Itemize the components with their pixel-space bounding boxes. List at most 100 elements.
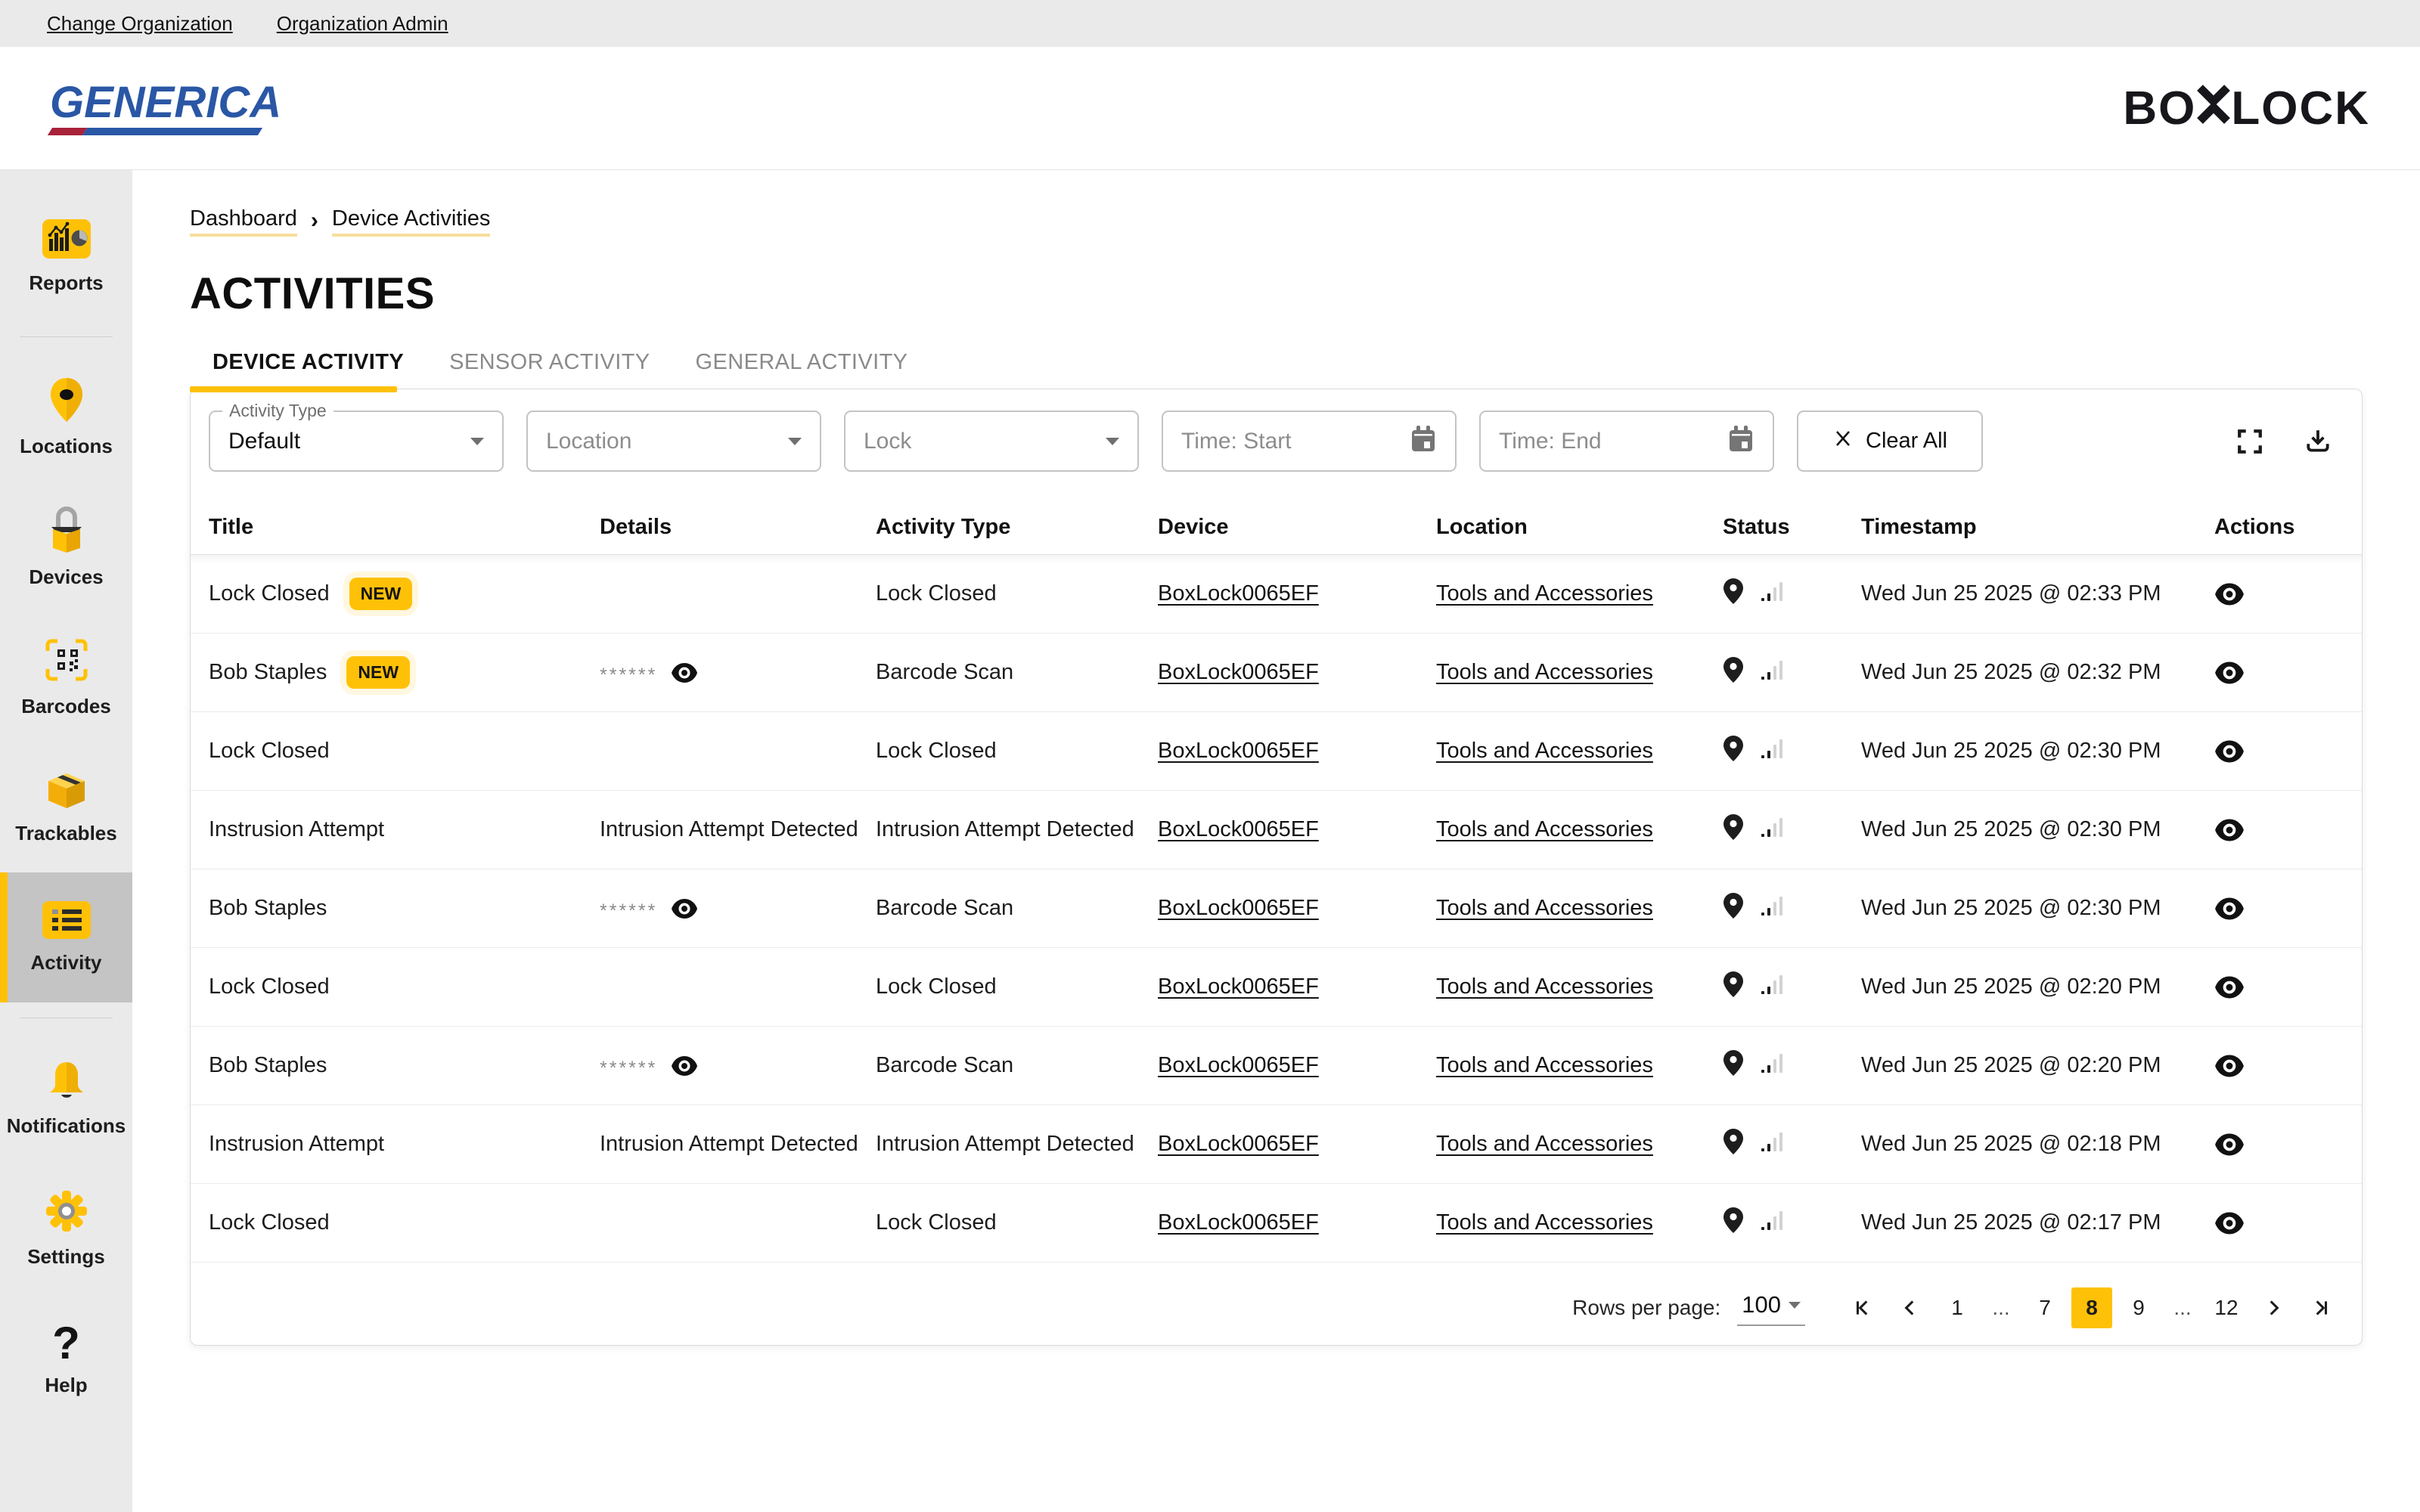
status-cell — [1723, 892, 1861, 925]
download-button[interactable] — [2304, 428, 2332, 455]
tab-device-activity[interactable]: DEVICE ACTIVITY — [190, 336, 427, 389]
activity-icon — [42, 900, 92, 943]
sidebar-item-locations[interactable]: Locations — [0, 352, 132, 482]
lock-select[interactable]: Lock — [844, 411, 1139, 472]
location-link[interactable]: Tools and Accessories — [1436, 817, 1653, 842]
location-link[interactable]: Tools and Accessories — [1436, 974, 1653, 999]
view-activity-eye-icon[interactable] — [2214, 975, 2245, 999]
signal-strength-icon — [1761, 1209, 1785, 1238]
location-select[interactable]: Location — [526, 411, 821, 472]
device-link[interactable]: BoxLock0065EF — [1158, 896, 1319, 921]
location-link[interactable]: Tools and Accessories — [1436, 1210, 1653, 1235]
view-activity-eye-icon[interactable] — [2214, 897, 2245, 921]
view-activity-eye-icon[interactable] — [2214, 1132, 2245, 1157]
rows-per-page-select[interactable]: 100 — [1737, 1290, 1805, 1326]
sidebar-item-trackables[interactable]: Trackables — [0, 742, 132, 872]
first-page-button[interactable] — [1843, 1287, 1884, 1328]
page-button-8-current[interactable]: 8 — [2071, 1287, 2112, 1328]
activity-type-cell: Lock Closed — [876, 974, 1158, 999]
table-tools — [2236, 428, 2341, 455]
device-link[interactable]: BoxLock0065EF — [1158, 1210, 1319, 1235]
tab-sensor-activity[interactable]: SENSOR ACTIVITY — [427, 336, 672, 389]
signal-strength-icon — [1761, 658, 1785, 687]
row-title: Lock Closed — [209, 581, 330, 606]
time-start-input[interactable]: Time: Start — [1162, 411, 1457, 472]
view-activity-eye-icon[interactable] — [2214, 1054, 2245, 1078]
chevron-down-icon — [1789, 1302, 1801, 1309]
column-header-location: Location — [1436, 515, 1723, 540]
view-activity-eye-icon[interactable] — [2214, 1211, 2245, 1235]
sidebar-item-activity[interactable]: Activity — [0, 872, 132, 1002]
sidebar-item-label: Reports — [29, 271, 103, 295]
fullscreen-button[interactable] — [2236, 428, 2263, 455]
actions-cell — [2214, 1054, 2362, 1078]
page-button-9[interactable]: 9 — [2118, 1287, 2159, 1328]
view-activity-eye-icon[interactable] — [2214, 739, 2245, 764]
reveal-details-eye-icon[interactable] — [671, 1055, 698, 1077]
generica-logo-text: GENERICA — [50, 81, 281, 125]
table-row: Lock Closed Lock Closed BoxLock0065EF To… — [191, 1184, 2362, 1263]
clear-all-button[interactable]: Clear All — [1797, 411, 1983, 472]
organization-admin-link[interactable]: Organization Admin — [277, 12, 448, 36]
timestamp-cell: Wed Jun 25 2025 @ 02:30 PM — [1861, 739, 2214, 764]
location-link[interactable]: Tools and Accessories — [1436, 581, 1653, 606]
sidebar-nav: Reports Locations Devices Barcodes — [0, 170, 132, 1512]
location-link[interactable]: Tools and Accessories — [1436, 1053, 1653, 1078]
reveal-details-eye-icon[interactable] — [671, 897, 698, 920]
breadcrumb-dashboard-link[interactable]: Dashboard — [190, 206, 297, 237]
column-header-details: Details — [600, 515, 876, 540]
status-cell — [1723, 1207, 1861, 1240]
activity-type-select[interactable]: Activity Type Default — [209, 411, 504, 472]
sidebar-item-label: Activity — [31, 951, 102, 974]
location-link[interactable]: Tools and Accessories — [1436, 1132, 1653, 1157]
location-link[interactable]: Tools and Accessories — [1436, 739, 1653, 764]
sidebar-item-help[interactable]: ? Help — [0, 1294, 132, 1424]
device-link[interactable]: BoxLock0065EF — [1158, 660, 1319, 685]
details-text: Intrusion Attempt Detected — [600, 817, 858, 842]
tab-general-activity[interactable]: GENERAL ACTIVITY — [673, 336, 931, 389]
calendar-icon[interactable] — [1410, 425, 1437, 457]
sidebar-item-label: Barcodes — [21, 695, 111, 718]
sidebar-item-settings[interactable]: Settings — [0, 1163, 132, 1294]
sidebar-item-reports[interactable]: Reports — [0, 191, 132, 321]
actions-cell — [2214, 1211, 2362, 1235]
device-link[interactable]: BoxLock0065EF — [1158, 974, 1319, 999]
time-end-input[interactable]: Time: End — [1479, 411, 1774, 472]
location-pin-icon — [1723, 656, 1744, 689]
view-activity-eye-icon[interactable] — [2214, 661, 2245, 685]
device-cell: BoxLock0065EF — [1158, 817, 1436, 842]
sidebar-divider — [20, 336, 113, 337]
sidebar-item-devices[interactable]: Devices — [0, 482, 132, 612]
page-button-1[interactable]: 1 — [1937, 1287, 1978, 1328]
breadcrumb-device-activities-link[interactable]: Device Activities — [332, 206, 491, 237]
sidebar-item-barcodes[interactable]: Barcodes — [0, 612, 132, 742]
boxlock-logo-right: LOCK — [2231, 82, 2370, 135]
reveal-details-eye-icon[interactable] — [671, 662, 698, 684]
device-link[interactable]: BoxLock0065EF — [1158, 1053, 1319, 1078]
reports-icon — [42, 218, 92, 264]
device-link[interactable]: BoxLock0065EF — [1158, 1132, 1319, 1157]
view-activity-eye-icon[interactable] — [2214, 582, 2245, 606]
sidebar-item-notifications[interactable]: Notifications — [0, 1033, 132, 1163]
location-link[interactable]: Tools and Accessories — [1436, 660, 1653, 685]
signal-strength-icon — [1761, 1130, 1785, 1159]
last-page-button[interactable] — [2300, 1287, 2341, 1328]
device-link[interactable]: BoxLock0065EF — [1158, 581, 1319, 606]
time-start-placeholder: Time: Start — [1181, 429, 1292, 454]
table-row: Bob Staples NEW ****** Barcode Scan BoxL… — [191, 634, 2362, 712]
status-cell — [1723, 1128, 1861, 1161]
change-organization-link[interactable]: Change Organization — [47, 12, 233, 36]
device-link[interactable]: BoxLock0065EF — [1158, 739, 1319, 764]
title-cell: Lock Closed NEW — [209, 578, 600, 610]
top-admin-bar: Change Organization Organization Admin — [0, 0, 2420, 47]
calendar-icon[interactable] — [1727, 425, 1754, 457]
trackables-icon — [42, 770, 92, 814]
locations-icon — [48, 376, 85, 427]
next-page-button[interactable] — [2253, 1287, 2294, 1328]
location-link[interactable]: Tools and Accessories — [1436, 896, 1653, 921]
previous-page-button[interactable] — [1890, 1287, 1931, 1328]
page-button-7[interactable]: 7 — [2024, 1287, 2065, 1328]
device-link[interactable]: BoxLock0065EF — [1158, 817, 1319, 842]
page-button-12[interactable]: 12 — [2206, 1287, 2247, 1328]
view-activity-eye-icon[interactable] — [2214, 818, 2245, 842]
